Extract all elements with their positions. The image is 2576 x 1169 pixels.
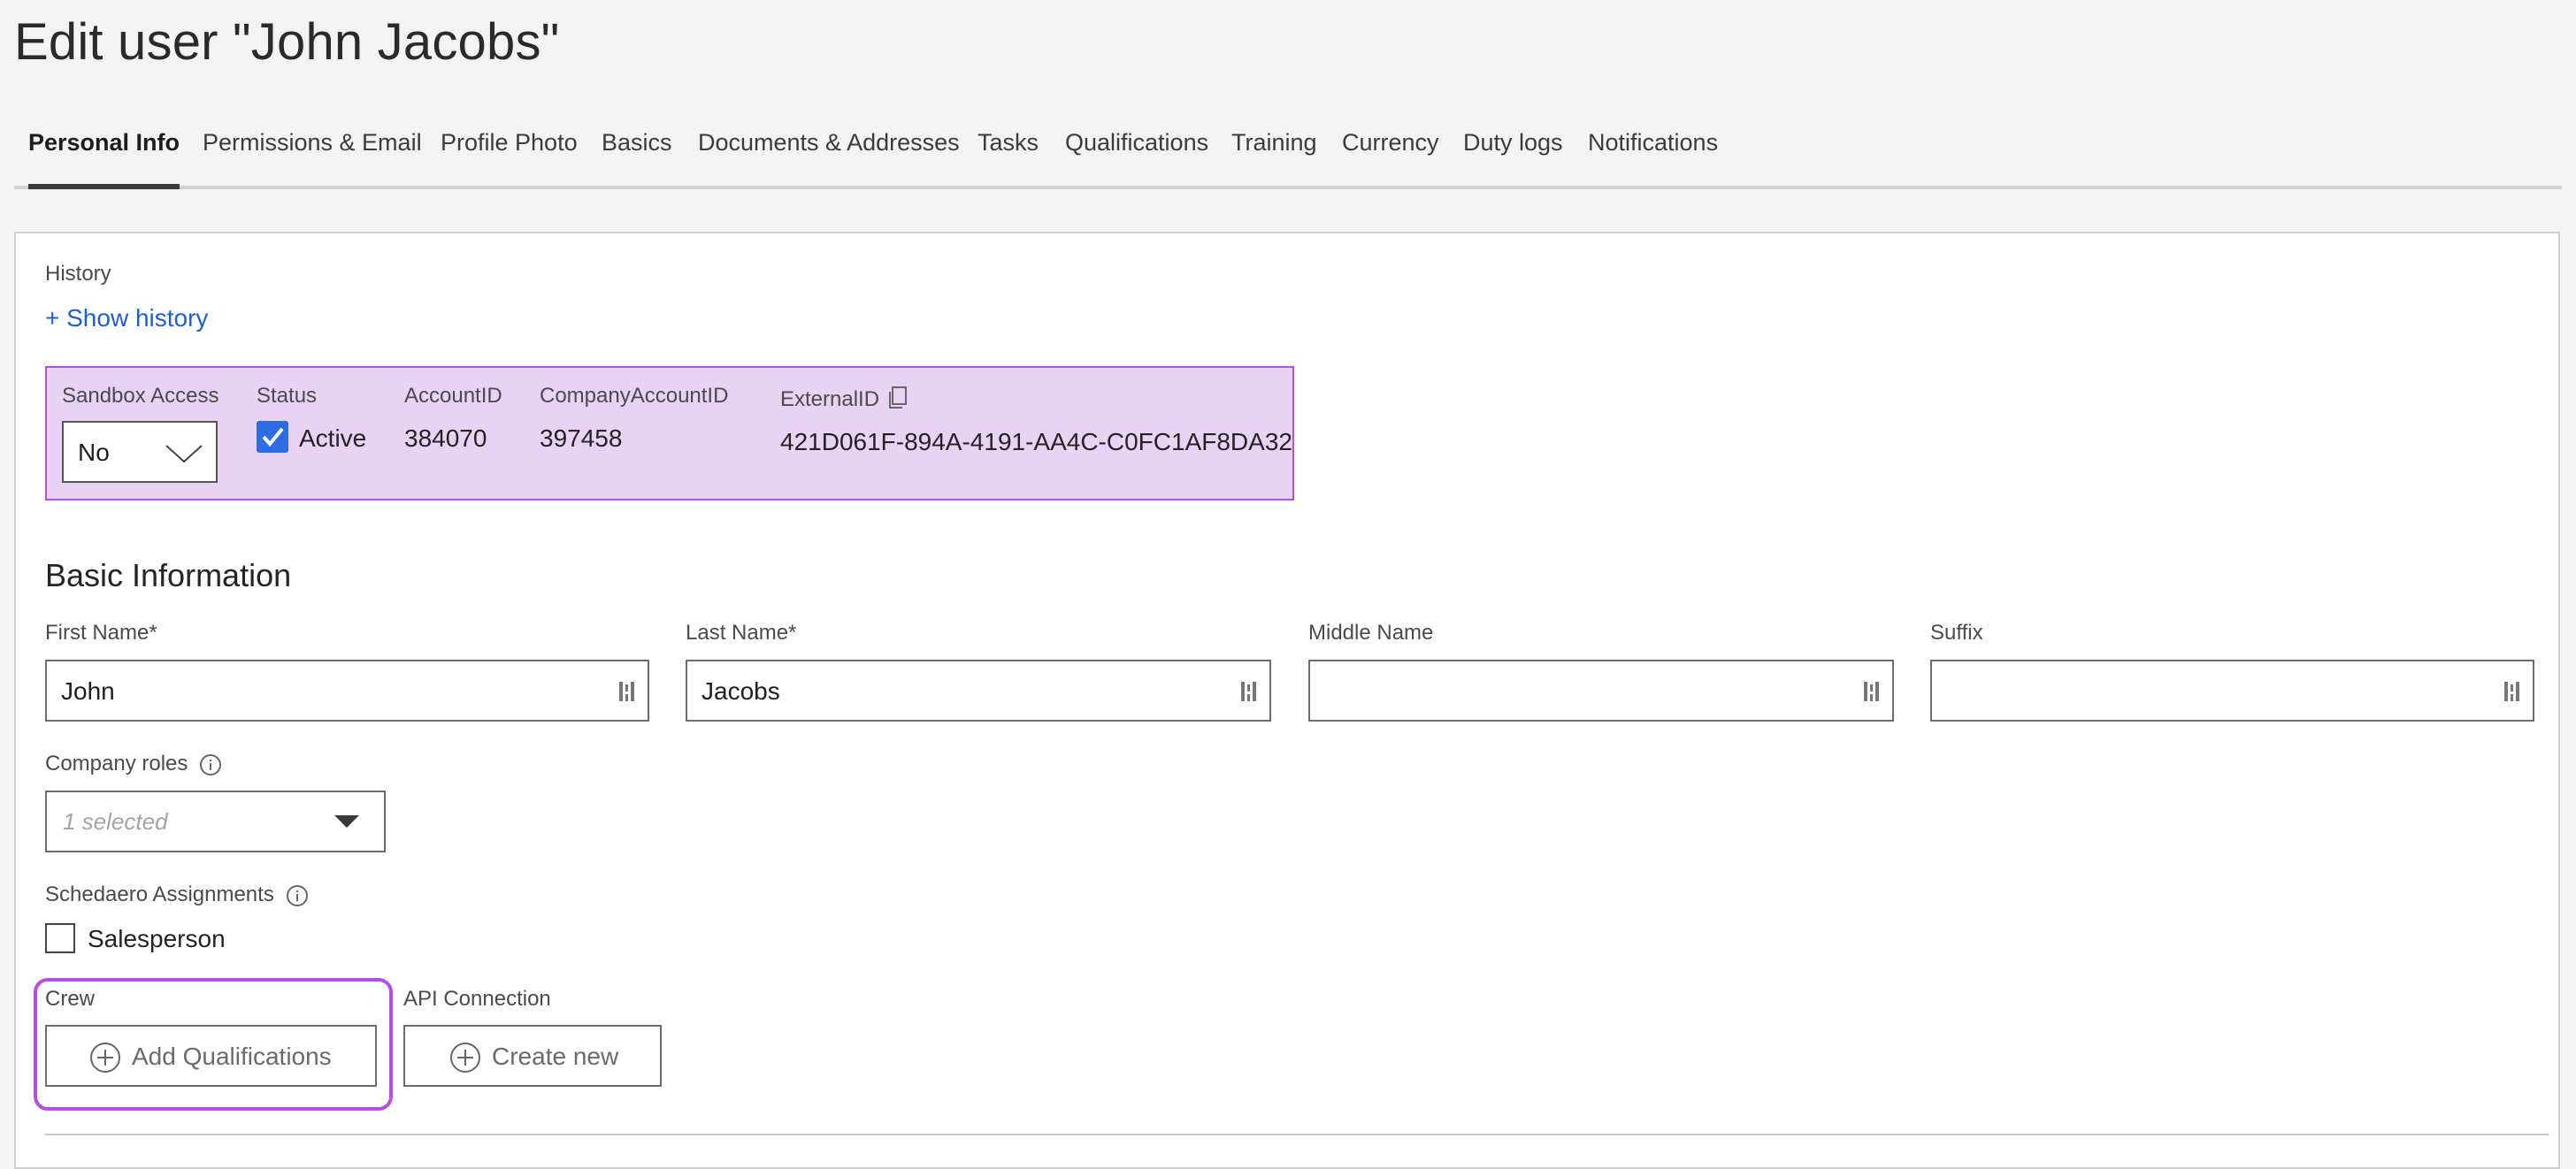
middle-name-field[interactable]: [1308, 660, 1894, 722]
sandbox-access-value: No: [78, 439, 110, 466]
company-roles-select[interactable]: 1 selected: [45, 791, 386, 852]
keyboard-input-icon: [2504, 682, 2519, 701]
tab-bar: Personal Info Permissions & Email Profil…: [14, 110, 2562, 189]
last-name-value: Jacobs: [702, 677, 780, 705]
company-roles-label-row: Company roles: [45, 752, 222, 776]
company-account-id-value: 397458: [540, 424, 623, 452]
account-id-value: 384070: [404, 424, 487, 452]
tab-duty-logs[interactable]: Duty logs: [1463, 110, 1563, 186]
suffix-label: Suffix: [1930, 621, 1983, 645]
keyboard-input-icon: [1241, 682, 1256, 701]
salesperson-label: Salesperson: [88, 925, 226, 952]
basic-information-title: Basic Information: [45, 557, 292, 593]
plus-circle-icon: [450, 1043, 480, 1073]
last-name-label: Last Name*: [686, 621, 797, 645]
info-icon[interactable]: [286, 884, 309, 907]
tab-documents-addresses[interactable]: Documents & Addresses: [698, 110, 960, 186]
company-roles-label: Company roles: [45, 752, 188, 776]
history-label: History: [45, 262, 111, 286]
account-meta-box: Sandbox Access No Status Active AccountI…: [45, 366, 1294, 500]
chevron-down-icon: [165, 445, 203, 463]
page-title: Edit user "John Jacobs": [14, 13, 560, 71]
company-account-id-label: CompanyAccountID: [540, 384, 729, 408]
tab-permissions-email[interactable]: Permissions & Email: [203, 110, 422, 186]
plus-circle-icon: [90, 1043, 120, 1073]
schedaero-assignments-label: Schedaero Assignments: [45, 882, 274, 906]
checkmark-icon: [262, 427, 284, 447]
tab-personal-info[interactable]: Personal Info: [28, 110, 180, 189]
info-icon[interactable]: [199, 753, 222, 776]
keyboard-input-icon: [619, 682, 634, 701]
tab-profile-photo[interactable]: Profile Photo: [441, 110, 578, 186]
tab-qualifications[interactable]: Qualifications: [1065, 110, 1208, 186]
sandbox-access-label: Sandbox Access: [62, 384, 219, 408]
status-label: Status: [257, 384, 318, 408]
last-name-field[interactable]: Jacobs: [686, 660, 1271, 722]
keyboard-input-icon: [1864, 682, 1879, 701]
first-name-label: First Name*: [45, 621, 157, 645]
company-roles-placeholder: 1 selected: [63, 808, 168, 835]
add-qualifications-label: Add Qualifications: [132, 1043, 332, 1070]
sandbox-access-select[interactable]: No: [62, 421, 218, 483]
middle-name-label: Middle Name: [1308, 621, 1434, 645]
suffix-field[interactable]: [1930, 660, 2534, 722]
first-name-field[interactable]: John: [45, 660, 649, 722]
tab-basics[interactable]: Basics: [602, 110, 672, 186]
account-id-label: AccountID: [404, 384, 502, 408]
create-new-button[interactable]: Create new: [403, 1025, 662, 1087]
copy-icon[interactable]: [887, 386, 908, 410]
status-checkbox[interactable]: [257, 421, 288, 453]
api-connection-label: API Connection: [403, 987, 551, 1011]
status-value: Active: [299, 424, 367, 452]
personal-info-panel: History + Show history Sandbox Access No…: [14, 232, 2560, 1169]
salesperson-checkbox[interactable]: [45, 923, 75, 953]
schedaero-assignments-label-row: Schedaero Assignments: [45, 882, 309, 907]
tab-training[interactable]: Training: [1231, 110, 1317, 186]
add-qualifications-button[interactable]: Add Qualifications: [45, 1025, 377, 1087]
crew-label: Crew: [45, 987, 96, 1011]
tab-notifications[interactable]: Notifications: [1588, 110, 1718, 186]
create-new-label: Create new: [492, 1043, 619, 1070]
first-name-value: John: [61, 677, 115, 705]
show-history-link[interactable]: + Show history: [45, 304, 208, 332]
external-id-label: ExternalID: [780, 387, 880, 411]
tab-currency[interactable]: Currency: [1342, 110, 1439, 186]
tab-tasks[interactable]: Tasks: [978, 110, 1039, 186]
external-id-value: 421D061F-894A-4191-AA4C-C0FC1AF8DA32: [780, 428, 1292, 455]
caret-down-icon: [334, 815, 359, 828]
section-divider: [45, 1134, 2549, 1135]
